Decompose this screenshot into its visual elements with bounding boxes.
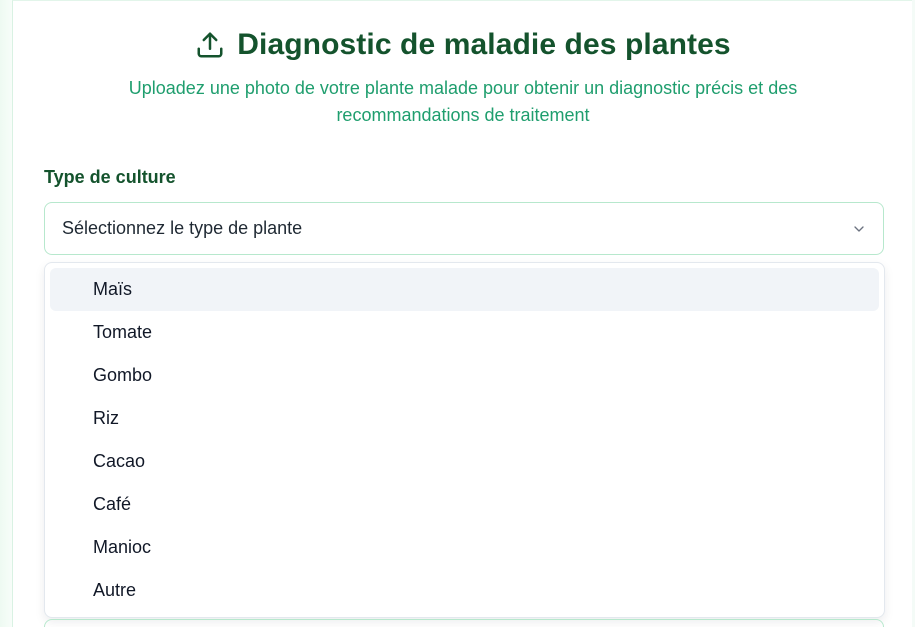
option-cacao[interactable]: Cacao bbox=[50, 440, 879, 483]
diagnostic-card: Diagnostic de maladie des plantes Upload… bbox=[12, 0, 912, 627]
option-riz[interactable]: Riz bbox=[50, 397, 879, 440]
culture-type-label: Type de culture bbox=[44, 167, 176, 187]
page-title: Diagnostic de maladie des plantes bbox=[237, 28, 731, 61]
culture-type-placeholder: Sélectionnez le type de plante bbox=[62, 218, 303, 238]
upload-dropzone-edge bbox=[44, 619, 884, 627]
option-tomate[interactable]: Tomate bbox=[50, 311, 879, 354]
culture-type-select[interactable]: Sélectionnez le type de plante bbox=[44, 202, 884, 255]
option-cafe[interactable]: Café bbox=[50, 483, 879, 526]
page-subtitle: Uploadez une photo de votre plante malad… bbox=[128, 78, 798, 125]
option-gombo[interactable]: Gombo bbox=[50, 354, 879, 397]
title-row: Diagnostic de maladie des plantes bbox=[13, 23, 913, 67]
option-autre[interactable]: Autre bbox=[50, 569, 879, 612]
upload-icon bbox=[195, 30, 225, 60]
header: Diagnostic de maladie des plantes Upload… bbox=[13, 23, 913, 129]
option-manioc[interactable]: Manioc bbox=[50, 526, 879, 569]
chevron-down-icon bbox=[851, 221, 867, 237]
culture-type-dropdown: Maïs Tomate Gombo Riz Cacao Café Manioc … bbox=[44, 262, 885, 618]
option-mais[interactable]: Maïs bbox=[50, 268, 879, 311]
page: Diagnostic de maladie des plantes Upload… bbox=[0, 0, 915, 627]
